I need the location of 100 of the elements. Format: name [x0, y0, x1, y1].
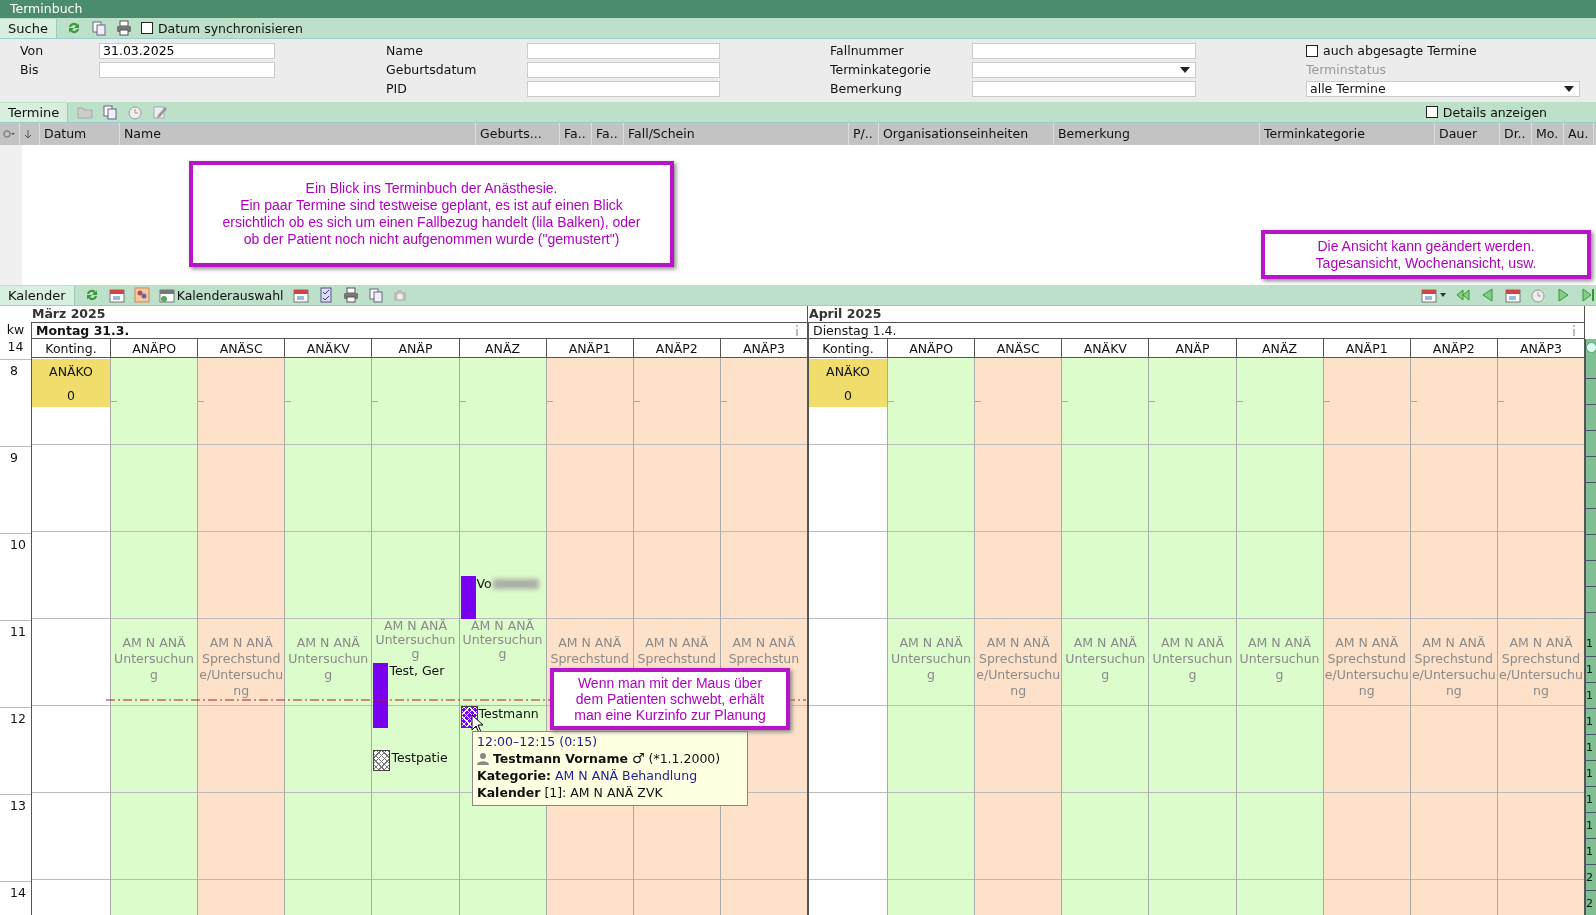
person-icon	[477, 752, 489, 765]
camera-icon[interactable]	[392, 287, 409, 303]
people-icon[interactable]	[133, 287, 150, 303]
case-bar[interactable]	[373, 662, 389, 728]
column-options-icon[interactable]	[3, 129, 15, 139]
checkbox-label: Datum synchronisieren	[157, 20, 303, 36]
input-field[interactable]: 31.03.2025	[99, 42, 275, 59]
availability-label: AM N ANÄ Sprechstund	[549, 635, 630, 667]
availability-label: AM N ANÄ Untersuchung	[113, 635, 195, 683]
field-label: Bis	[20, 62, 40, 77]
availability-label: AM N ANÄ Untersuchung	[1151, 635, 1234, 683]
checkbox[interactable]	[140, 22, 153, 34]
hour-label: 14	[10, 885, 26, 900]
availability-label: AM N ANÄ Sprechstunde/Untersuchung	[1324, 635, 1409, 699]
checkbox-label: Details anzeigen	[1442, 104, 1547, 120]
annotation-callout: Wenn man mit der Maus über dem Patienten schwebt, erhält man eine Kurzinfo zur Planung	[550, 668, 790, 730]
availability-label: AM N ANÄ Sprechstunde/Untersuchung	[199, 635, 284, 699]
input-field[interactable]	[527, 61, 720, 78]
clock-icon[interactable]	[1530, 287, 1546, 303]
copy-icon[interactable]	[102, 104, 119, 120]
hour-label: 13	[10, 798, 26, 813]
day-title: Dienstag 1.4.	[813, 323, 897, 338]
print-icon[interactable]	[342, 287, 359, 303]
input-field[interactable]	[527, 80, 720, 97]
info-icon[interactable]	[1572, 325, 1576, 336]
field-label: Name	[386, 43, 424, 58]
resource-column[interactable]: AM N ANÄ Untersuchung Test, Ger Testpatie	[371, 358, 459, 915]
pending-marker[interactable]	[373, 749, 391, 772]
zoom-icon[interactable]	[1586, 342, 1596, 353]
annotation-callout: Ein Blick ins Terminbuch der Anästhesie. Ein paar Termine sind testweise geplant, es ist auf einen Blick ersichtlich ob es sich um einen Fallbezug handelt (lila Balken), oder ob der Patient noch nicht aufgenommen wurde ("gemustert")	[189, 161, 674, 267]
copy-icon[interactable]	[367, 287, 384, 303]
folder-icon[interactable]	[77, 104, 94, 120]
clock-icon[interactable]	[127, 104, 144, 120]
quota-block: ANÄKO 0	[809, 359, 887, 407]
right-arrow-icon[interactable]	[1555, 287, 1571, 303]
left-arrow-icon[interactable]	[1480, 287, 1496, 303]
availability-label: AM N ANÄ Sprechstunde/Untersuchung	[1411, 635, 1496, 699]
checkbox[interactable]	[1306, 44, 1318, 57]
appointment-name[interactable]: Testpatie	[391, 749, 448, 765]
pencil-icon[interactable]	[152, 104, 169, 120]
birth-date: (*1.1.2000)	[648, 750, 721, 767]
calendar-selection-button[interactable]: Kalenderauswahl	[158, 287, 284, 303]
resource-header: ANÄZ	[458, 339, 546, 358]
calendar-icon	[158, 287, 175, 303]
search-tab[interactable]: Suche	[0, 19, 57, 38]
case-bar[interactable]	[460, 575, 476, 619]
field-label: Bemerkung	[830, 81, 903, 96]
gender-symbol: ♂	[631, 750, 645, 767]
copy-icon[interactable]	[90, 20, 107, 36]
appointment[interactable]: Testmann	[460, 706, 539, 728]
info-icon[interactable]	[795, 325, 799, 336]
month-label: März 2025	[31, 306, 106, 321]
availability-label: AM N ANÄ Untersuchung	[461, 619, 544, 661]
quota-block: ANÄKO 0	[32, 359, 110, 407]
availability-label: AM N ANÄ Sprechstunde/Untersuchung	[1498, 635, 1583, 699]
day-header[interactable]: Dienstag 1.4.	[808, 322, 1584, 339]
resource-header: ANÄSC	[974, 339, 1062, 358]
window-title: Terminbuch	[0, 0, 1596, 18]
calendar-icon[interactable]	[1421, 287, 1437, 303]
dropdown-arrow-icon	[1180, 66, 1190, 73]
appointment-name[interactable]: Test, Ger	[389, 662, 445, 678]
input-field[interactable]	[972, 80, 1196, 97]
input-field[interactable]	[99, 61, 275, 78]
appointment[interactable]: Testpatie	[373, 749, 448, 772]
calendar-icon[interactable]	[1505, 287, 1521, 303]
appointment[interactable]: Vo	[460, 575, 539, 619]
appointment-name[interactable]: Vo	[476, 575, 492, 591]
appointments-tab[interactable]: Termine	[0, 103, 69, 122]
field-label: PID	[386, 81, 408, 96]
caret-icon[interactable]	[1440, 293, 1446, 297]
resource-header: Konting.	[808, 339, 887, 358]
availability-label: AM N ANÄ Untersuchung	[374, 619, 457, 661]
checklist-icon[interactable]	[317, 287, 334, 303]
resource-header: ANÄZ	[1235, 339, 1323, 358]
resource-header: ANÄP	[371, 339, 459, 358]
resource-header: ANÄP3	[1496, 339, 1584, 358]
day-header[interactable]: Montag 31.3.	[31, 322, 807, 339]
calendar-icon[interactable]	[292, 287, 309, 303]
availability-label: AM N ANÄ Sprechstund	[636, 635, 717, 667]
dropdown-field[interactable]	[972, 61, 1196, 78]
calendar-tab[interactable]: Kalender	[0, 286, 75, 305]
resource-header: ANÄKV	[1061, 339, 1149, 358]
appointment[interactable]: Test, Ger	[373, 662, 445, 728]
availability-label: AM N ANÄ Untersuchung	[1238, 635, 1321, 683]
resource-header: ANÄPO	[110, 339, 198, 358]
week-number: 14	[6, 339, 25, 356]
input-field[interactable]	[972, 42, 1196, 59]
resource-header: ANÄPO	[887, 339, 975, 358]
checkbox[interactable]	[1425, 106, 1438, 118]
double-left-arrow-icon[interactable]	[1455, 287, 1471, 303]
resource-header: ANÄP3	[719, 339, 807, 358]
input-field[interactable]	[527, 42, 720, 59]
calendar-icon[interactable]	[108, 287, 125, 303]
resource-header: ANÄP1	[545, 339, 633, 358]
hour-label: 12	[10, 711, 26, 726]
print-icon[interactable]	[115, 20, 132, 36]
resource-header: ANÄP	[1148, 339, 1236, 358]
availability-label: AM N ANÄ Sprechstunde/Untersuchung	[976, 635, 1061, 699]
skip-end-icon[interactable]	[1580, 287, 1596, 303]
appointment-name[interactable]: Testmann	[478, 706, 539, 721]
